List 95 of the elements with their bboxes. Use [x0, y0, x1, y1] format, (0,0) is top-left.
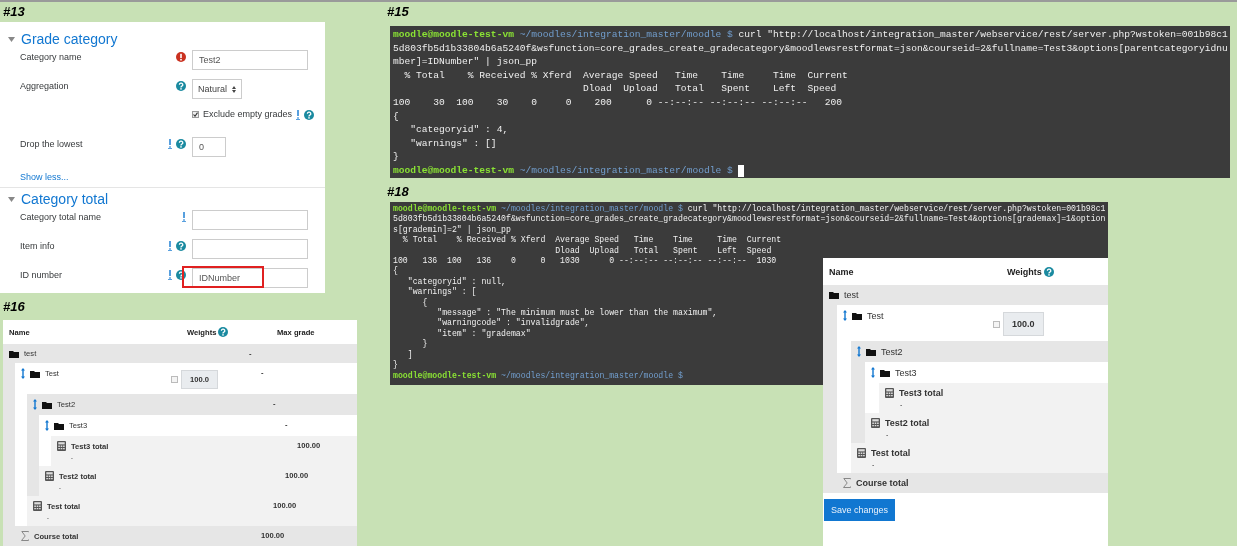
prompt-user: moodle@moodle-test-vm [393, 28, 514, 42]
output-line: s[grademin]=2" | json_pp [393, 224, 511, 235]
output-line: 5d803fb5d1b33804b6a5240f&wsfunction=core_grades_create_gradecategory&moodlewsrestformat=json&courseid=2&fullname=Test3&options[parentcategoryidnu [393, 41, 1228, 56]
section-title[interactable]: Category total [21, 191, 109, 207]
prompt-path: ~/moodles/integration_master/moodle $ [501, 204, 683, 214]
calculator-icon [57, 441, 66, 451]
output-line: "categoryid" : 4, [409, 123, 509, 137]
output-line: "warnings" : [ [406, 287, 477, 298]
save-button[interactable]: Save changes [824, 499, 896, 521]
column-header: Name [829, 266, 855, 277]
output-line: "warningcode" : "invalidgrade", [436, 318, 590, 329]
folder-icon [866, 347, 876, 356]
output-line: } [393, 150, 399, 164]
move-icon[interactable] [843, 310, 847, 321]
category-name: Test [867, 310, 884, 321]
help-icon [1043, 266, 1054, 277]
show-less-link[interactable]: Show less... [0, 172, 69, 182]
sigma-icon [21, 531, 29, 541]
output-line: "warnings" : [] [409, 136, 497, 151]
output-line: % Total % Received % Xferd Average Speed Time Time Time Current [401, 235, 782, 246]
checkbox-label: Exclude empty grades [203, 109, 293, 119]
panel-label: #13 [3, 4, 25, 19]
category-name: test [844, 290, 859, 300]
field-label: Category name [20, 51, 83, 62]
output-line: "item" : "grademax" [436, 328, 531, 340]
command-text: curl "http://localhost/integration_master/webservice/rest/server.php?wstoken=001b98c1 [738, 28, 1228, 42]
select-field[interactable]: Natural [192, 79, 242, 99]
output-line: 100 136 100 136 0 0 1030 0 --:--:-- --:--:-- --:--:-- 1030 [393, 256, 777, 266]
field-label: Category total name [20, 211, 103, 222]
caret-icon[interactable] [8, 196, 15, 202]
prompt-path: ~/moodles/integration_master/moodle $ [519, 163, 733, 178]
total-name: Course total [856, 478, 909, 488]
section-title[interactable]: Grade category [21, 31, 118, 47]
move-icon[interactable] [871, 367, 875, 378]
folder-icon [852, 311, 862, 320]
output-line: } [393, 360, 398, 371]
output-line: { [393, 109, 399, 124]
input-field[interactable] [192, 210, 308, 230]
output-line: { [393, 266, 398, 277]
field-label: Item info [20, 240, 56, 251]
output-line: Dload Upload Total Spent Left Speed [582, 82, 837, 96]
calculator-icon [885, 388, 894, 398]
output-line: 5d803fb5d1b33804b6a5240f&wsfunction=core_grades_create_gradecategory&moodlewsrestformat=json&courseid=2&fullname=Test4&options[grademax]=1&option [393, 214, 1106, 225]
output-line: { [421, 297, 428, 309]
column-header: Weights [1007, 266, 1042, 277]
total-name: Test3 total [899, 388, 944, 398]
field-label: ID number [20, 269, 64, 280]
panel-label: #18 [387, 184, 409, 199]
move-icon[interactable] [33, 399, 37, 410]
move-icon[interactable] [45, 420, 49, 431]
output-line: "categoryid" : null, [406, 276, 506, 287]
check-icon [193, 111, 198, 117]
input-field[interactable] [192, 239, 308, 259]
calculator-icon [857, 448, 866, 458]
prompt-user: moodle@moodle-test-vm [393, 163, 514, 178]
prompt-user: moodle@moodle-test-vm [393, 370, 497, 381]
output-line: "message" : "The minimum must be lower than the maximum", [436, 308, 718, 318]
total-name: Test2 total [885, 418, 930, 428]
panel-label: #15 [387, 4, 409, 19]
prompt-user: moodle@moodle-test-vm [393, 204, 497, 214]
calculator-icon [871, 418, 880, 428]
output-line: } [421, 339, 428, 350]
calculator-icon [45, 471, 54, 481]
sigma-icon [843, 478, 851, 488]
field-label: Drop the lowest [20, 138, 84, 149]
input-field[interactable]: IDNumber [192, 268, 308, 288]
field-label: Aggregation [20, 80, 70, 91]
command-text: curl "http://localhost/integration_master/webservice/rest/server.php?wstoken=001b98c1 [687, 204, 1106, 214]
category-name: Test3 [895, 367, 917, 378]
weight-input[interactable]: 100.0 [1003, 312, 1044, 336]
move-icon[interactable] [857, 346, 861, 357]
updown-icon [232, 85, 236, 93]
move-icon[interactable] [21, 368, 25, 379]
folder-icon [880, 368, 890, 377]
output-line: mber]=IDNumber" | json_pp [393, 55, 537, 69]
output-line: % Total % Received % Xferd Average Speed Time Time Time Current [403, 68, 848, 83]
panel-label: #16 [3, 299, 25, 314]
input-field[interactable]: 0 [192, 137, 226, 157]
total-name: Test total [871, 448, 911, 458]
help-icon [218, 327, 229, 337]
checkbox[interactable] [192, 110, 199, 118]
input-field[interactable]: Test2 [192, 50, 308, 70]
folder-icon [42, 400, 52, 409]
output-line: Dload Upload Total Spent Left Speed [554, 245, 772, 257]
folder-icon [30, 369, 40, 378]
prompt-path: ~/moodles/integration_master/moodle $ [501, 370, 683, 381]
category-name: Test2 [881, 346, 903, 357]
calculator-icon [33, 501, 42, 511]
output-line: ] [406, 349, 413, 361]
output-line: 100 30 100 30 0 0 200 0 --:--:-- --:--:-- --:--:-- 200 [393, 95, 843, 110]
caret-icon[interactable] [8, 36, 15, 42]
weight-checkbox[interactable] [993, 320, 1000, 328]
weight-checkbox[interactable] [171, 376, 178, 383]
folder-icon [54, 421, 64, 430]
prompt-path: ~/moodles/integration_master/moodle $ [519, 28, 733, 42]
